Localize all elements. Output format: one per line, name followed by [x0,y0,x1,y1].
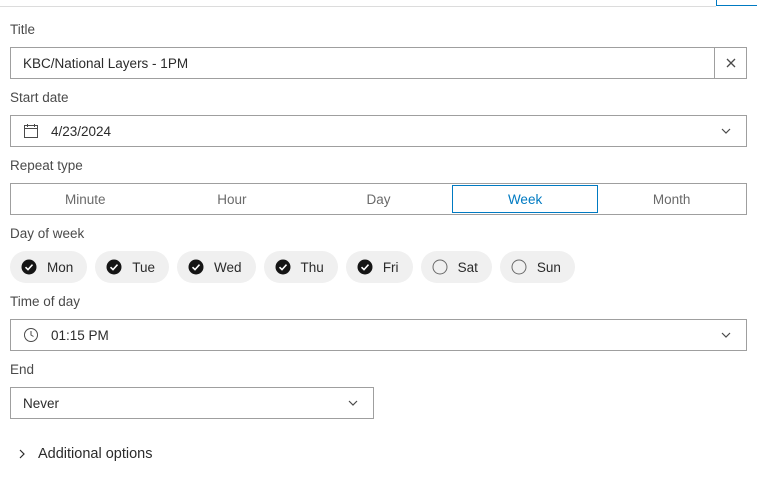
chevron-right-icon [12,449,32,459]
start-date-picker[interactable]: 4/23/2024 [10,115,747,147]
close-icon [726,58,735,68]
clock-icon [11,320,51,350]
day-chip-sun[interactable]: Sun [499,251,575,283]
day-chip-sat[interactable]: Sat [420,251,492,283]
chevron-down-icon[interactable] [706,116,746,146]
calendar-icon [11,116,51,146]
check-circle-icon [275,259,291,275]
day-chip-mon[interactable]: Mon [10,251,88,283]
day-chip-label: Tue [132,259,156,275]
end-label: End [10,362,35,377]
top-divider [0,6,716,7]
top-corner-tab [716,0,757,6]
repeat-type-label: Repeat type [10,158,83,173]
day-chip-label: Mon [47,259,74,275]
time-of-day-label: Time of day [10,294,81,309]
check-circle-icon [21,259,37,275]
end-select-value: Never [23,395,60,411]
day-chip-label: Sat [457,259,478,275]
repeat-option-minute[interactable]: Minute [12,185,159,213]
check-circle-icon [357,259,373,275]
time-of-day-picker[interactable]: 01:15 PM [10,319,747,351]
additional-options-toggle[interactable]: Additional options [12,444,152,464]
title-label: Title [10,22,36,37]
day-chip-label: Fri [382,259,399,275]
check-circle-icon [188,259,204,275]
day-of-week-chips: Mon Tue Wed Thu Fri Sat Sun [10,251,575,283]
day-chip-thu[interactable]: Thu [263,251,338,283]
day-chip-wed[interactable]: Wed [177,251,256,283]
time-of-day-value: 01:15 PM [51,327,109,343]
repeat-option-week[interactable]: Week [451,185,599,213]
repeat-option-month[interactable]: Month [598,185,745,213]
day-chip-label: Sun [536,259,561,275]
day-chip-tue[interactable]: Tue [95,251,170,283]
chevron-down-icon[interactable] [706,320,746,350]
day-chip-label: Thu [300,259,324,275]
repeat-option-hour[interactable]: Hour [159,185,306,213]
clear-title-button[interactable] [714,48,746,78]
empty-circle-icon [432,259,448,275]
start-date-value: 4/23/2024 [51,123,112,139]
start-date-label: Start date [10,90,69,105]
chevron-down-icon[interactable] [333,388,373,418]
empty-circle-icon [511,259,527,275]
check-circle-icon [106,259,122,275]
repeat-option-day[interactable]: Day [305,185,452,213]
title-field[interactable]: KBC/National Layers - 1PM [10,47,747,79]
repeat-type-segmented-control: Minute Hour Day Week Month [10,183,747,215]
day-chip-fri[interactable]: Fri [345,251,413,283]
title-input-value[interactable]: KBC/National Layers - 1PM [11,56,714,71]
day-of-week-label: Day of week [10,226,85,241]
end-select[interactable]: Never [10,387,374,419]
day-chip-label: Wed [214,259,242,275]
additional-options-label: Additional options [38,446,153,462]
